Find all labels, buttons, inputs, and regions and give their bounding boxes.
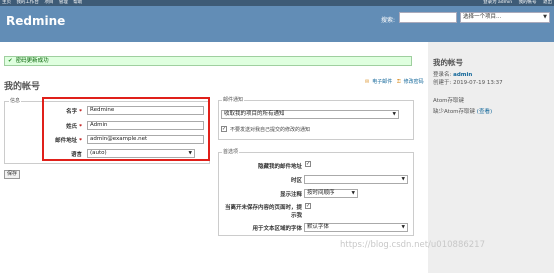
search-label: 搜索: [381, 17, 396, 24]
textarea-font-value: 默认字体 [307, 224, 330, 230]
sidebar-title: 我的帐号 [433, 58, 463, 67]
top-menu-my-account[interactable]: 我的帐号 [519, 0, 537, 5]
email-link[interactable]: 电子邮件 [372, 79, 392, 85]
hide-mail-label: 隐藏我的邮件地址 [257, 164, 302, 170]
hide-mail-checkbox[interactable]: ✓ [305, 161, 311, 167]
comments-sorting-label: 显示注释 [279, 192, 302, 198]
sidebar-created: 创建于: 2019-07-19 13:37 [433, 80, 503, 86]
page-title: 我的帐号 [4, 82, 41, 92]
watermark: https://blog.csdn.net/u010886217 [340, 240, 485, 250]
highlight-box [42, 97, 210, 161]
mail-notification-value: 收取我的项目的所有通知 [224, 111, 285, 117]
atom-view-link[interactable]: (查看) [477, 109, 492, 115]
top-menu-logout[interactable]: 退出 [543, 0, 552, 5]
sidebar-atom-heading: Atom存取键 [433, 98, 465, 104]
mail-notification-legend: 邮件通知 [222, 96, 245, 103]
chevron-down-icon: ▼ [392, 112, 396, 117]
header: Redmine 搜索: 选择一个项目... ▼ [0, 6, 554, 42]
chevron-down-icon: ▼ [401, 225, 405, 230]
flash-text: 密码更新成功 [15, 58, 49, 64]
logged-in-as: 登录为 admin [483, 0, 513, 5]
save-button[interactable]: 保存 [4, 170, 20, 179]
project-jump-value: 选择一个项目... [463, 14, 502, 20]
warn-unsaved-checkbox[interactable]: ✓ [305, 203, 311, 209]
key-icon: ⚿ [396, 79, 401, 85]
chevron-down-icon: ▼ [401, 177, 405, 182]
app-title[interactable]: Redmine [6, 14, 65, 28]
no-self-notified-label: 不要发送对我自己提交的修改的通知 [230, 127, 311, 133]
search-input[interactable] [399, 12, 457, 23]
email-icon: ✉ [365, 79, 370, 85]
timezone-select[interactable]: ▼ [304, 175, 408, 184]
contextual-actions: ✉ 电子邮件 ⚿ 修改密码 [362, 78, 424, 85]
flash-notice: ✔ 密码更新成功 [4, 56, 412, 66]
top-menu-home[interactable]: 主页 [2, 0, 11, 5]
sidebar-login: 登录名: admin [433, 72, 473, 78]
sidebar-atom-status: 缺少Atom存取键 (查看) [433, 109, 493, 115]
comments-sorting-value: 按时间顺序 [307, 190, 335, 196]
mail-notification-fieldset [218, 100, 414, 140]
timezone-label: 时区 [290, 178, 302, 184]
chevron-down-icon: ▼ [351, 191, 355, 196]
check-icon: ✔ [8, 58, 13, 64]
comments-sorting-select[interactable]: 按时间顺序 ▼ [304, 189, 358, 198]
top-menu-admin[interactable]: 管理 [59, 0, 68, 5]
change-password-link[interactable]: 修改密码 [404, 79, 424, 85]
textarea-font-select[interactable]: 默认字体 ▼ [304, 223, 408, 232]
project-jump-select[interactable]: 选择一个项目... ▼ [460, 12, 550, 23]
preferences-legend: 首选项 [222, 148, 240, 155]
chevron-down-icon: ▼ [543, 14, 547, 20]
no-self-notified-checkbox[interactable]: ✓ [221, 126, 227, 132]
mail-notification-select[interactable]: 收取我的项目的所有通知 ▼ [221, 110, 399, 119]
info-legend: 信息 [9, 97, 22, 104]
top-menu-my-page[interactable]: 我的工作台 [16, 0, 39, 5]
warn-unsaved-label: 当离开未保存内容的页面时，提 示我 [224, 205, 302, 219]
textarea-font-label: 用于文本区域的字体 [252, 226, 302, 232]
top-menu-help[interactable]: 帮助 [73, 0, 82, 5]
top-menu-projects[interactable]: 项目 [44, 0, 53, 5]
